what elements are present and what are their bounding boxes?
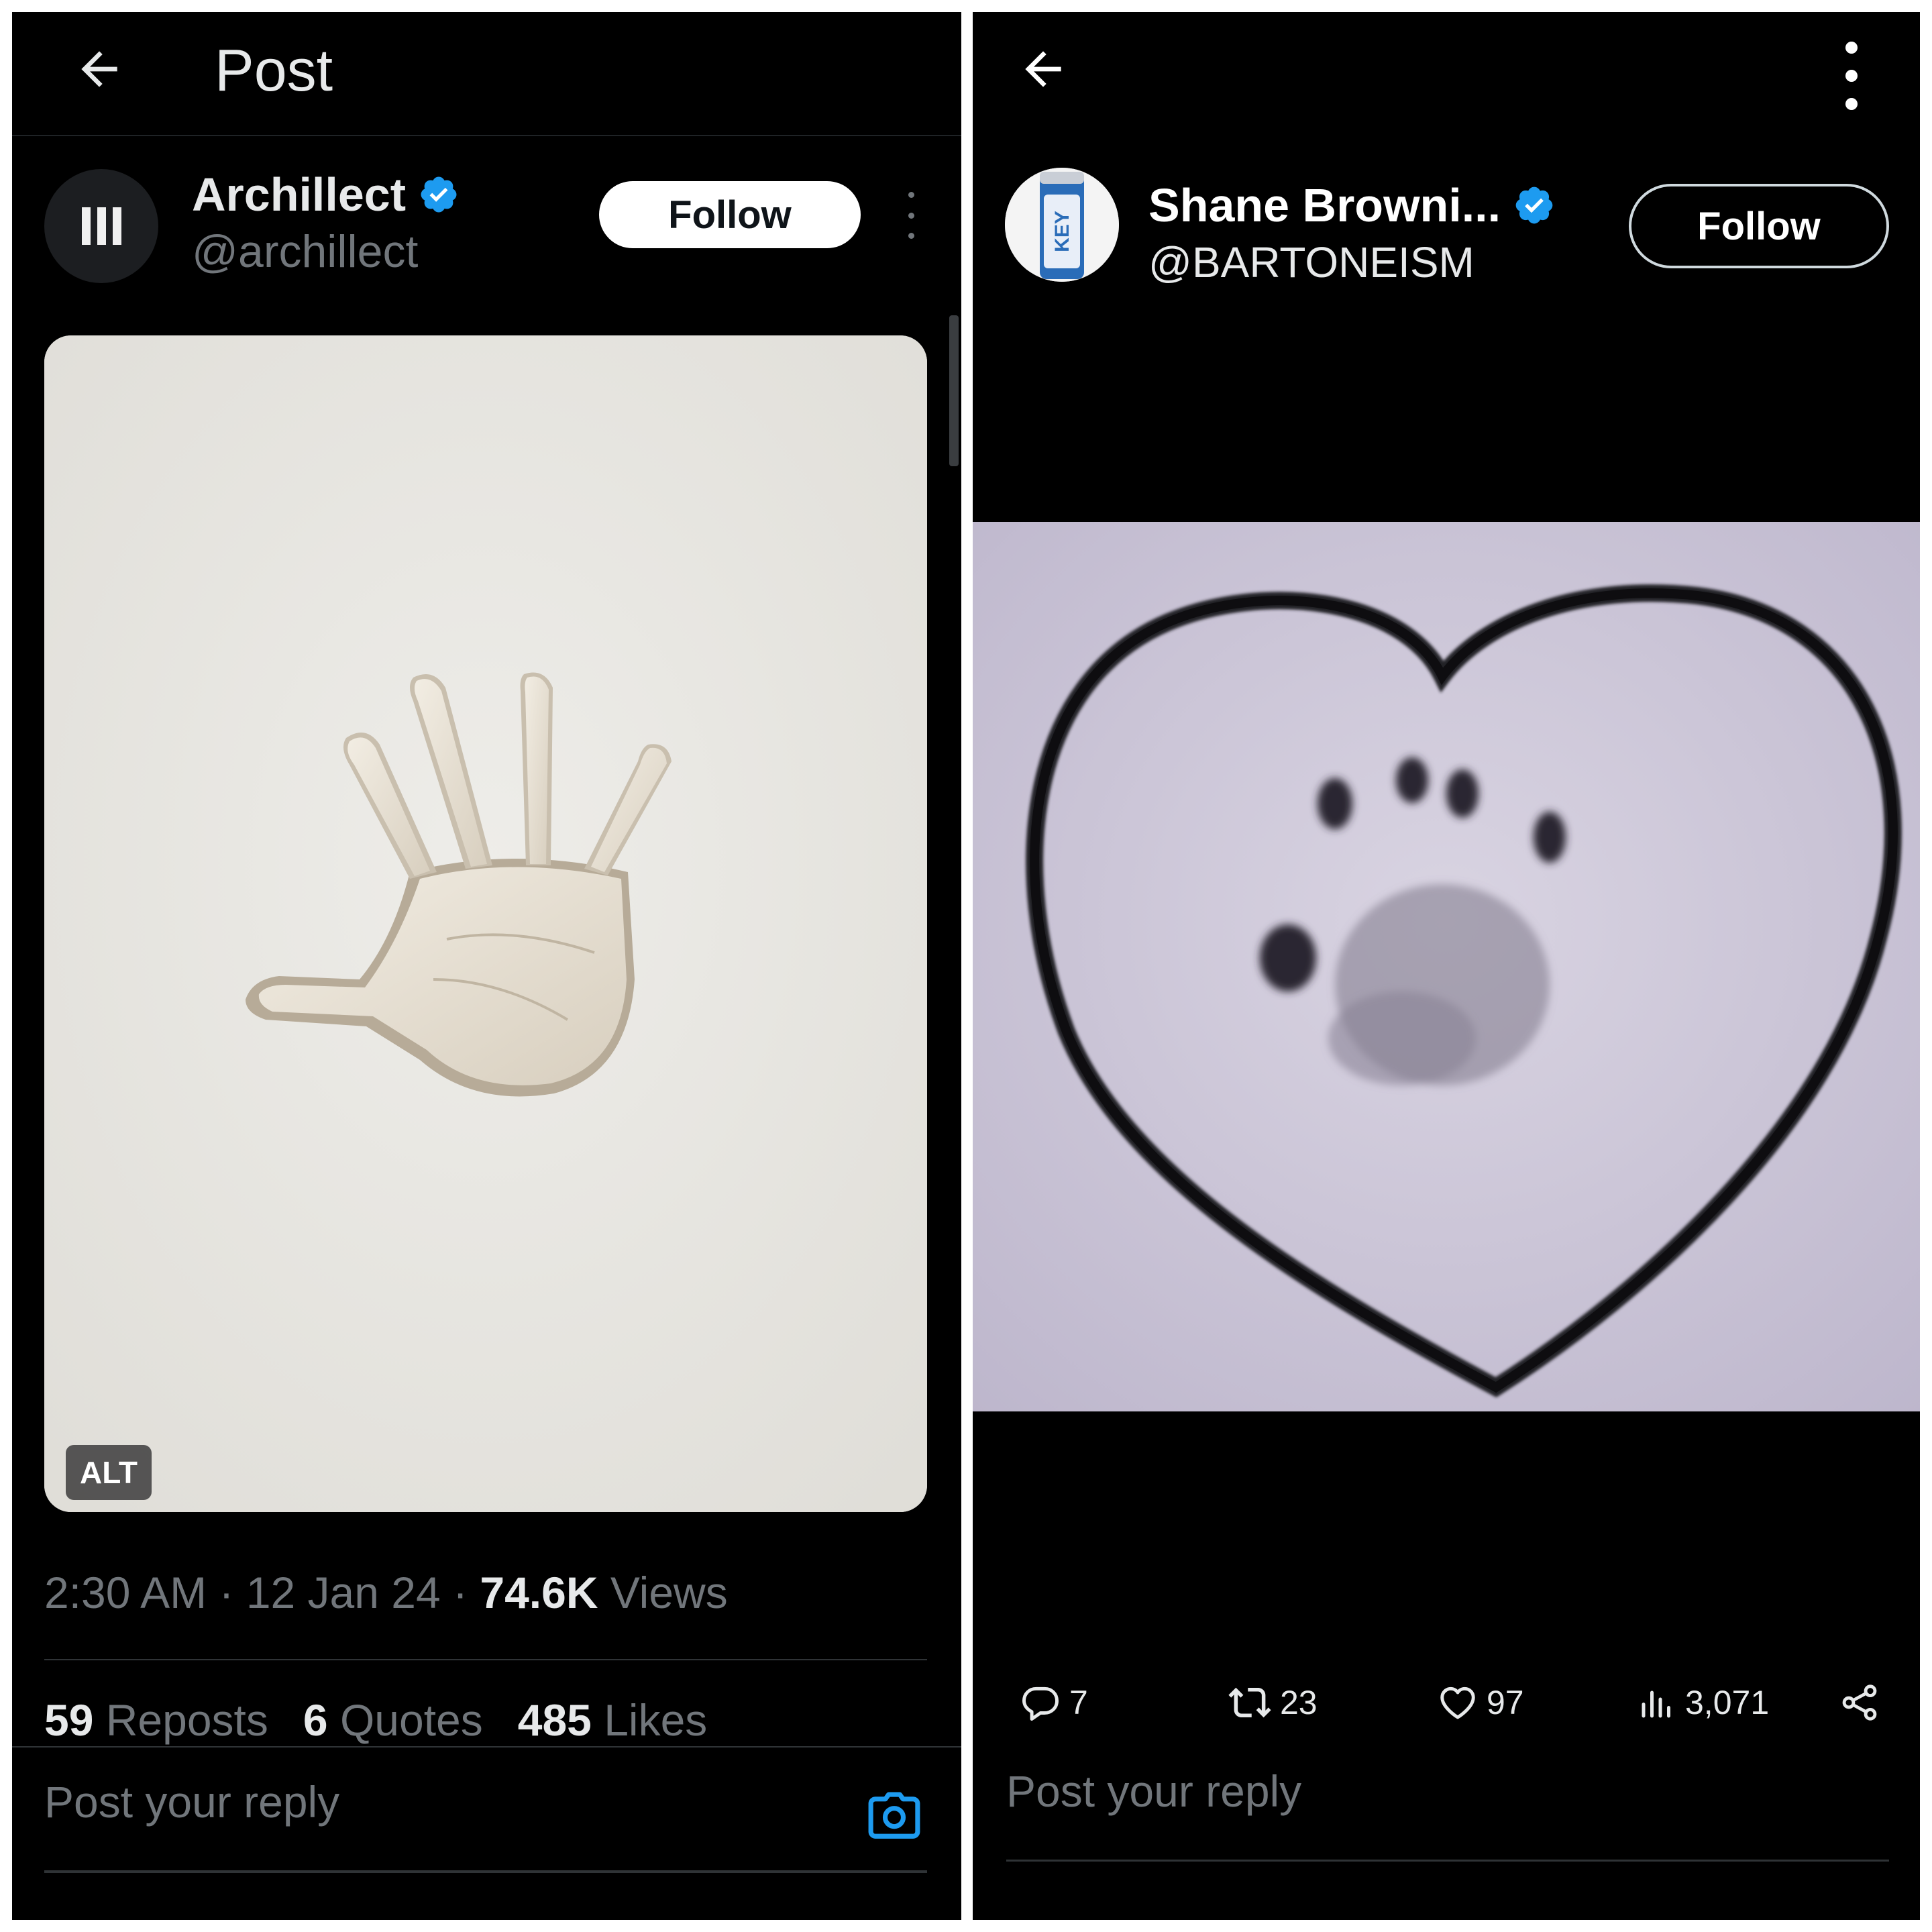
reply-input[interactable]: Post your reply (44, 1776, 339, 1827)
post-date: 12 Jan 24 (246, 1568, 441, 1617)
repost-icon (1228, 1687, 1271, 1718)
avatar[interactable] (44, 169, 158, 283)
beer-can-avatar-icon: KEY (1005, 168, 1119, 282)
divider (1006, 1860, 1889, 1862)
alt-text-button[interactable]: ALT (66, 1445, 152, 1500)
avatar[interactable]: KEY (1005, 168, 1119, 282)
action-bar: 7 23 97 3,071 (973, 1669, 1920, 1736)
share-action[interactable] (1838, 1669, 1881, 1736)
divider (12, 1746, 961, 1748)
quotes-stat[interactable]: 6 Quotes (303, 1695, 483, 1746)
divider (44, 1659, 927, 1660)
repost-action[interactable]: 23 (1228, 1669, 1318, 1736)
follow-button[interactable]: Follow (1629, 184, 1889, 268)
author-handle[interactable]: @archillect (192, 225, 418, 278)
post-metadata: 2:30 AM · 12 Jan 24 · 74.6K Views (44, 1568, 728, 1617)
scrollbar[interactable] (949, 315, 959, 466)
top-bar: Post (12, 12, 961, 136)
back-button[interactable] (69, 39, 129, 99)
camera-button[interactable] (864, 1786, 924, 1847)
svg-text:KEY: KEY (1051, 211, 1073, 252)
author-name[interactable]: Shane Browni... (1148, 178, 1556, 232)
comment-icon (1022, 1686, 1059, 1721)
author-name[interactable]: Archillect (192, 168, 460, 221)
back-button[interactable] (1013, 39, 1073, 99)
archillect-logo-icon (81, 207, 91, 245)
arrow-left-icon (1025, 51, 1061, 87)
snow-heart-image (973, 522, 1920, 1411)
share-icon (1842, 1684, 1877, 1721)
reply-input[interactable]: Post your reply (1006, 1766, 1301, 1817)
right-post-screen: KEY Shane Browni... @BARTONEISM Follow 7… (973, 12, 1920, 1920)
views-count[interactable]: 74.6K (480, 1568, 598, 1617)
verified-badge-icon (1515, 186, 1553, 224)
left-post-screen: Post Archillect @archillect Follow ALT 2… (12, 12, 961, 1920)
page-title: Post (215, 37, 333, 103)
verified-badge-icon (421, 176, 457, 213)
post-image[interactable]: ALT (44, 335, 927, 1512)
arrow-left-icon (81, 51, 117, 87)
heart-icon (1440, 1686, 1475, 1719)
post-image[interactable] (973, 522, 1920, 1411)
like-action[interactable]: 97 (1437, 1669, 1524, 1736)
divider (44, 1870, 927, 1873)
post-time: 2:30 AM (44, 1568, 207, 1617)
more-vertical-icon[interactable] (1838, 32, 1865, 119)
engagement-stats: 59 Reposts 6 Quotes 485 Likes (44, 1695, 707, 1746)
more-vertical-icon[interactable] (901, 192, 921, 239)
views-label: Views (598, 1568, 728, 1617)
reply-action[interactable]: 7 (1020, 1669, 1088, 1736)
camera-icon (868, 1792, 920, 1839)
analytics-icon (1642, 1690, 1670, 1718)
views-action[interactable]: 3,071 (1637, 1669, 1769, 1736)
likes-stat[interactable]: 485 Likes (518, 1695, 708, 1746)
reposts-stat[interactable]: 59 Reposts (44, 1695, 268, 1746)
author-handle[interactable]: @BARTONEISM (1148, 237, 1474, 287)
follow-button[interactable]: Follow (599, 181, 861, 248)
plaster-hand-image (44, 335, 927, 1512)
